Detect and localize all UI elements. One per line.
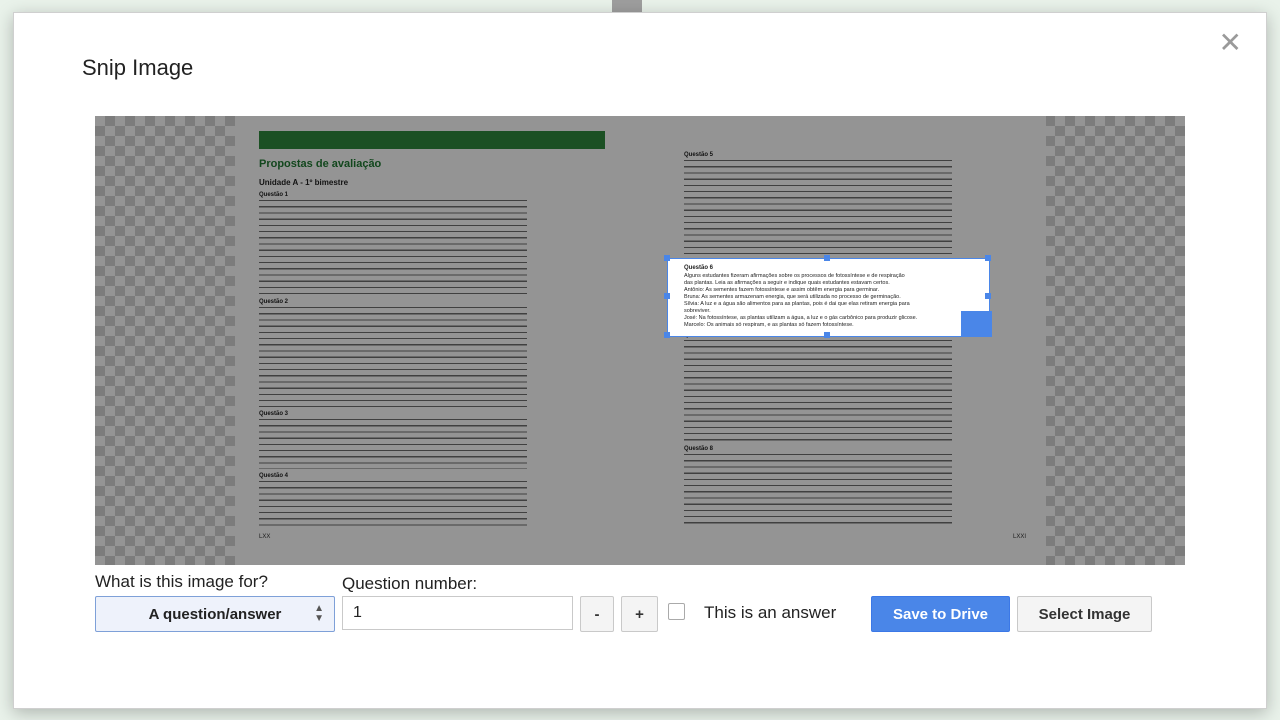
selected-text-line: Antônio: As sementes fazem fotossíntese … (684, 287, 880, 293)
purpose-select[interactable]: A question/answer ▲ ▼ (95, 596, 335, 632)
resize-handle-se[interactable] (961, 311, 992, 337)
resize-handle-sw[interactable] (664, 332, 670, 338)
save-to-drive-button[interactable]: Save to Drive (871, 596, 1010, 632)
select-arrows-icon: ▲ ▼ (314, 603, 324, 624)
question-number-label: Question number: (342, 574, 478, 593)
answer-checkbox[interactable] (668, 603, 685, 620)
selected-question-heading: Questão 6 (684, 265, 714, 271)
purpose-select-value: A question/answer (148, 605, 282, 623)
selected-text-line: José: Na fotossíntese, as plantas utiliz… (684, 315, 918, 321)
purpose-label: What is this image for? (95, 572, 268, 591)
selected-text-line: Alguns estudantes fizeram afirmações sob… (684, 273, 905, 279)
snip-image-dialog: Snip Image ✕ Propostas de avaliação Unid… (13, 12, 1267, 709)
resize-handle-e[interactable] (985, 293, 991, 299)
image-preview[interactable]: Propostas de avaliação Unidade A - 1º bi… (95, 116, 1185, 565)
resize-handle-s[interactable] (824, 332, 830, 338)
question-number-input[interactable] (342, 596, 573, 630)
selected-text-line: Bruna: As sementes armazenam energia, qu… (684, 294, 901, 300)
increment-button[interactable]: + (621, 596, 658, 632)
resize-handle-ne[interactable] (985, 255, 991, 261)
select-image-button[interactable]: Select Image (1017, 596, 1152, 632)
selected-text-line: das plantas. Leia as afirmações a seguir… (684, 280, 890, 286)
selection-dim-overlay (95, 116, 1185, 565)
resize-handle-w[interactable] (664, 293, 670, 299)
answer-checkbox-label: This is an answer (704, 603, 837, 622)
selected-text-line: sobreviver. (684, 308, 711, 314)
background-strip (612, 0, 642, 12)
resize-handle-n[interactable] (824, 255, 830, 261)
dialog-title: Snip Image (82, 55, 194, 80)
selected-text-line: Sílvia: A luz e a água são alimentos par… (684, 301, 910, 307)
decrement-button[interactable]: - (580, 596, 614, 632)
selection-box[interactable]: Questão 6 Alguns estudantes fizeram afir… (667, 258, 990, 337)
close-icon[interactable]: ✕ (1219, 29, 1242, 57)
selected-text-line: Marcelo: Os animais só respiram, e as pl… (684, 322, 854, 328)
resize-handle-nw[interactable] (664, 255, 670, 261)
